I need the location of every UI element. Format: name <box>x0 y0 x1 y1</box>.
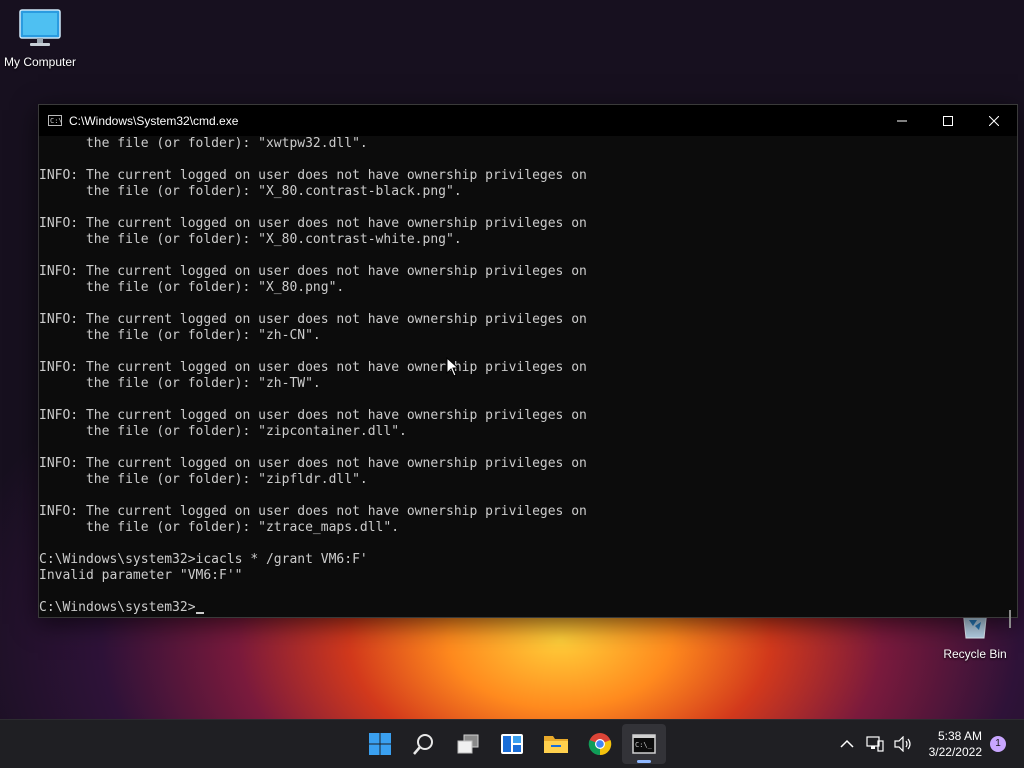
taskbar-apps: C:\_ <box>358 720 666 768</box>
terminal-icon: C:\_ <box>632 734 656 754</box>
console-line: INFO: The current logged on user does no… <box>39 504 587 519</box>
console-line: the file (or folder): "zh-TW". <box>39 376 321 391</box>
taskbar: C:\_ 5:38 AM 3/22/2022 1 <box>0 719 1024 768</box>
command-prompt-button[interactable]: C:\_ <box>622 724 666 764</box>
speaker-icon <box>894 736 911 752</box>
minimize-icon <box>897 120 907 121</box>
volume-button[interactable] <box>891 732 915 756</box>
task-view-icon <box>457 734 479 754</box>
console-line: the file (or folder): "zipcontainer.dll"… <box>39 424 407 439</box>
console-line: INFO: The current logged on user does no… <box>39 216 587 231</box>
widgets-button[interactable] <box>490 724 534 764</box>
console-line: the file (or folder): "X_80.contrast-whi… <box>39 232 462 247</box>
network-icon <box>866 736 884 752</box>
desktop-icon-label: Recycle Bin <box>943 647 1007 661</box>
close-icon <box>989 115 999 126</box>
clock[interactable]: 5:38 AM 3/22/2022 <box>929 728 982 760</box>
desktop-icon-my-computer[interactable]: My Computer <box>0 8 80 69</box>
minimize-button[interactable] <box>879 105 925 136</box>
console-line: Invalid parameter "VM6:F'" <box>39 568 243 583</box>
console-output[interactable]: the file (or folder): "xwtpw32.dll". INFO… <box>39 136 1001 617</box>
svg-text:C:\_: C:\_ <box>635 741 653 749</box>
mouse-pointer-icon <box>446 357 460 377</box>
console-line: INFO: The current logged on user does no… <box>39 168 587 183</box>
show-hidden-icons-button[interactable] <box>835 732 859 756</box>
console-line: INFO: The current logged on user does no… <box>39 456 587 471</box>
start-button[interactable] <box>358 724 402 764</box>
close-button[interactable] <box>971 105 1017 136</box>
console-prompt: C:\Windows\system32> <box>39 600 196 615</box>
system-tray: 5:38 AM 3/22/2022 1 <box>833 720 1024 768</box>
console-line: INFO: The current logged on user does no… <box>39 312 587 327</box>
console-line: the file (or folder): "xwtpw32.dll". <box>39 136 368 151</box>
windows-start-icon <box>369 733 391 755</box>
clock-date: 3/22/2022 <box>928 745 982 759</box>
console-prompt-line[interactable]: C:\Windows\system32> <box>39 600 1001 616</box>
text-cursor <box>195 612 204 614</box>
notification-badge[interactable]: 1 <box>990 736 1006 752</box>
scrollbar-thumb[interactable] <box>1009 610 1011 628</box>
cmd-window[interactable]: C:\ C:\Windows\System32\cmd.exe the file… <box>38 104 1018 628</box>
maximize-icon <box>943 115 953 126</box>
cmd-app-icon: C:\ <box>48 115 63 126</box>
console-line: INFO: The current logged on user does no… <box>39 360 587 375</box>
chrome-icon <box>588 733 612 756</box>
widgets-icon <box>501 734 523 754</box>
clock-time: 5:38 AM <box>937 729 982 743</box>
maximize-button[interactable] <box>925 105 971 136</box>
task-view-button[interactable] <box>446 724 490 764</box>
search-button[interactable] <box>402 724 446 764</box>
console-line: INFO: The current logged on user does no… <box>39 408 587 423</box>
console-line: the file (or folder): "ztrace_maps.dll". <box>39 520 400 535</box>
chrome-button[interactable] <box>578 724 622 764</box>
monitor-icon <box>19 9 61 46</box>
console-line: INFO: The current logged on user does no… <box>39 264 587 279</box>
console-line: C:\Windows\system32>icacls * /grant VM6:… <box>39 552 368 567</box>
console-line: the file (or folder): "zipfldr.dll". <box>39 472 368 487</box>
chevron-up-icon <box>840 739 854 748</box>
vertical-scrollbar[interactable] <box>1001 136 1017 628</box>
network-button[interactable] <box>863 732 887 756</box>
search-icon <box>413 734 433 755</box>
desktop-icon-label: My Computer <box>3 55 77 69</box>
file-explorer-button[interactable] <box>534 724 578 764</box>
console-line: the file (or folder): "X_80.png". <box>39 280 345 295</box>
window-titlebar[interactable]: C:\ C:\Windows\System32\cmd.exe <box>39 105 1017 136</box>
folder-icon <box>544 736 568 753</box>
console-line: the file (or folder): "zh-CN". <box>39 328 321 343</box>
console-line: the file (or folder): "X_80.contrast-bla… <box>39 184 462 199</box>
window-title: C:\Windows\System32\cmd.exe <box>69 113 239 128</box>
